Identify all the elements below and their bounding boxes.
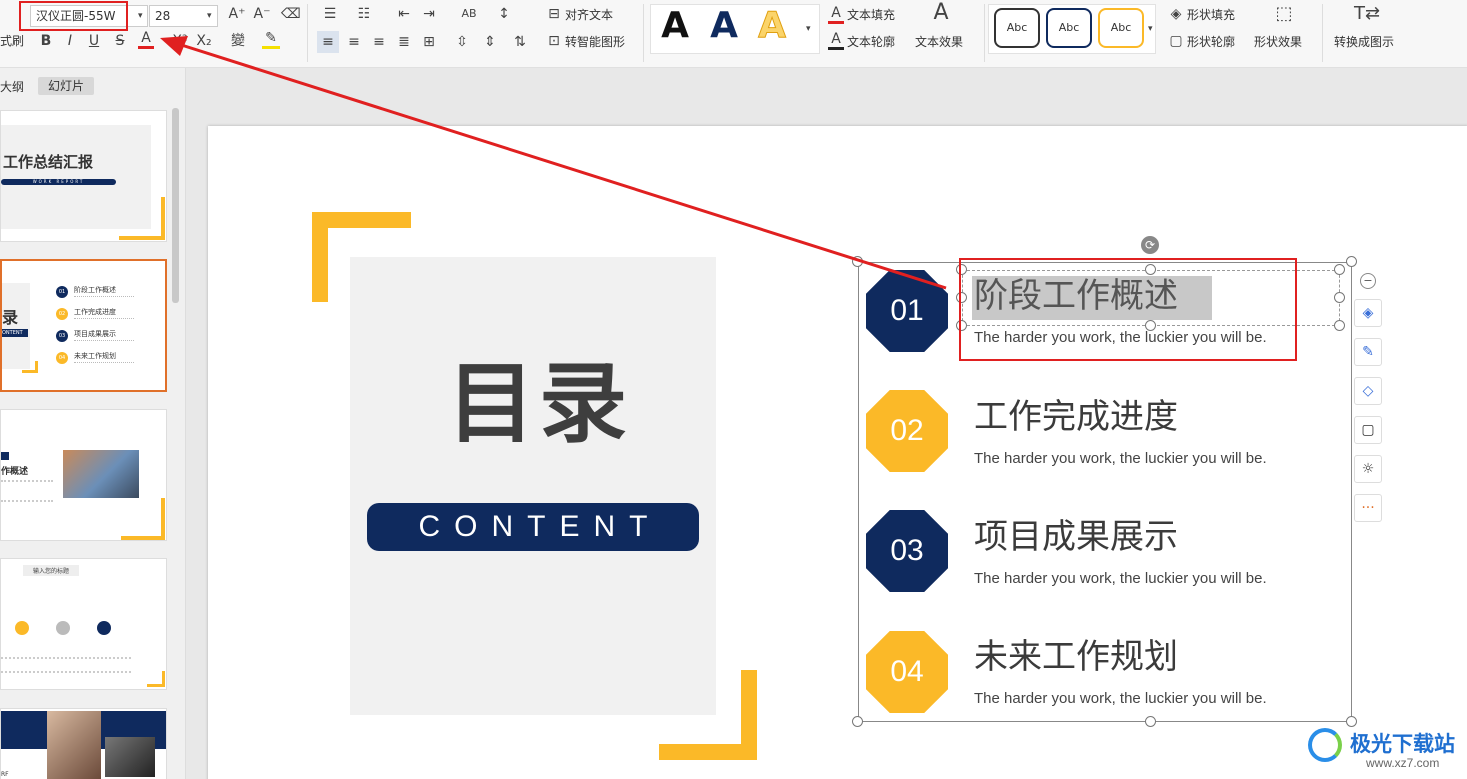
wps-presentation-window: 式刷 汉仪正圆-55W ▾ 28 ▾ A⁺ A⁻ ⌫ B I U S A X² … (0, 0, 1467, 779)
watermark-url: www.xz7.com (1366, 756, 1440, 770)
arrow-shaft (171, 40, 947, 290)
watermark-logo-icon (1308, 728, 1342, 762)
arrow-head (160, 36, 188, 56)
annotation-arrow (160, 36, 947, 290)
watermark-name: 极光下载站 (1350, 732, 1455, 756)
